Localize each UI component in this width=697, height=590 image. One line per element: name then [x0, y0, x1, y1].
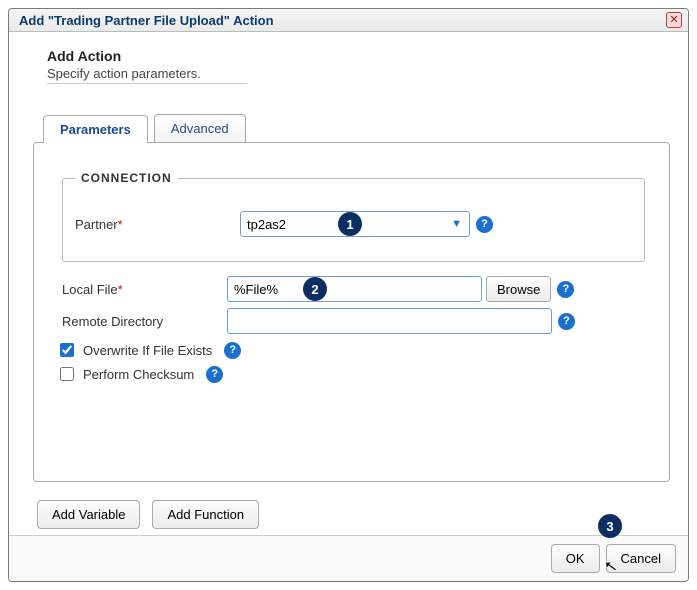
ok-button[interactable]: OK	[551, 544, 600, 573]
add-variable-button[interactable]: Add Variable	[37, 500, 140, 529]
add-action-title: Add Action	[47, 48, 670, 64]
partner-label: Partner*	[75, 217, 240, 232]
help-icon[interactable]: ?	[557, 281, 574, 298]
local-file-wrap: 2	[227, 276, 482, 302]
connection-legend: CONNECTION	[75, 171, 178, 185]
add-function-button[interactable]: Add Function	[152, 500, 259, 529]
local-file-row: Local File* 2 Browse ?	[62, 276, 655, 302]
footer-left: Add Variable Add Function	[37, 500, 670, 529]
remote-dir-label: Remote Directory	[62, 314, 227, 329]
help-icon[interactable]: ?	[206, 366, 223, 383]
local-file-input[interactable]	[227, 276, 482, 302]
overwrite-checkbox[interactable]	[60, 343, 74, 357]
tab-advanced[interactable]: Advanced	[154, 114, 246, 142]
dialog-body: Add Action Specify action parameters. Pa…	[9, 32, 688, 535]
overwrite-label: Overwrite If File Exists	[83, 343, 212, 358]
help-icon[interactable]: ?	[558, 313, 575, 330]
help-icon[interactable]: ?	[224, 342, 241, 359]
remote-dir-input[interactable]	[227, 308, 552, 334]
overwrite-row: Overwrite If File Exists ?	[56, 340, 655, 360]
add-action-subtitle: Specify action parameters.	[47, 66, 670, 81]
tabs: Parameters Advanced CONNECTION Partner* …	[33, 114, 670, 482]
tab-parameters[interactable]: Parameters	[43, 115, 148, 143]
divider	[47, 83, 247, 84]
checksum-checkbox[interactable]	[60, 367, 74, 381]
browse-button[interactable]: Browse	[486, 276, 551, 302]
checkbox-group: Overwrite If File Exists ? Perform Check…	[56, 340, 655, 384]
cancel-button[interactable]: Cancel	[606, 544, 676, 573]
close-icon[interactable]: ✕	[666, 12, 682, 28]
connection-fieldset: CONNECTION Partner* tp2as2 ▼ 1 ?	[62, 171, 645, 262]
tab-row: Parameters Advanced	[43, 114, 670, 142]
checksum-label: Perform Checksum	[83, 367, 194, 382]
dialog-header: Add "Trading Partner File Upload" Action…	[9, 9, 688, 32]
dialog-footer: 3 OK Cancel ⭦	[9, 535, 688, 581]
partner-select[interactable]: tp2as2	[240, 211, 470, 237]
remote-dir-row: Remote Directory ?	[62, 308, 655, 334]
partner-select-wrap: tp2as2 ▼ 1	[240, 211, 470, 237]
help-icon[interactable]: ?	[476, 216, 493, 233]
partner-row: Partner* tp2as2 ▼ 1 ?	[75, 211, 632, 237]
dialog: Add "Trading Partner File Upload" Action…	[8, 8, 689, 582]
local-file-label: Local File*	[62, 282, 227, 297]
checksum-row: Perform Checksum ?	[56, 364, 655, 384]
dialog-title: Add "Trading Partner File Upload" Action	[19, 13, 274, 28]
tab-panel-parameters: CONNECTION Partner* tp2as2 ▼ 1 ?	[33, 142, 670, 482]
